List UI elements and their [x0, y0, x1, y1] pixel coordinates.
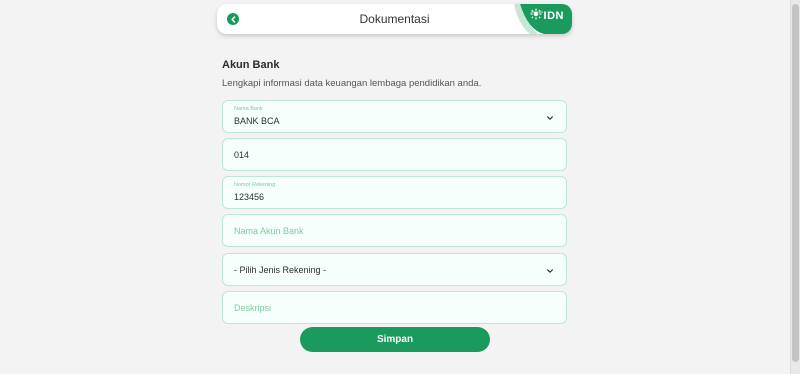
chevron-down-icon — [547, 116, 553, 120]
account-type-value: - Pilih Jenis Rekening - — [234, 265, 327, 275]
account-type-select[interactable]: - Pilih Jenis Rekening - — [222, 253, 567, 286]
scrollbar-thumb[interactable] — [792, 4, 799, 362]
description-placeholder: Deskripsi — [234, 303, 272, 313]
chevron-down-icon — [547, 269, 553, 273]
save-button[interactable]: Simpan — [300, 327, 490, 352]
account-number-label: Nomor Rekening — [234, 182, 276, 188]
description-field[interactable]: Deskripsi — [222, 291, 567, 324]
top-bar: Dokumentasi JARINGAN IDN — [217, 4, 572, 34]
bank-name-label: Nama Bank — [234, 106, 263, 112]
account-number-value: 123456 — [234, 192, 265, 202]
bank-code-value: 014 — [234, 150, 250, 160]
section-title: Akun Bank — [222, 59, 280, 71]
account-name-field[interactable]: Nama Akun Bank — [222, 214, 567, 247]
bank-name-select[interactable]: Nama Bank BANK BCA — [222, 100, 567, 133]
scrollbar[interactable] — [790, 0, 800, 374]
section-description: Lengkapi informasi data keuangan lembaga… — [222, 78, 482, 89]
bank-code-field[interactable]: 014 — [222, 138, 567, 171]
account-name-placeholder: Nama Akun Bank — [234, 226, 304, 236]
page: Dokumentasi JARINGAN IDN Akun Bank Lengk… — [0, 0, 800, 374]
account-number-field[interactable]: Nomor Rekening 123456 — [222, 176, 567, 209]
bank-name-value: BANK BCA — [234, 116, 280, 126]
brand-tagline: JARINGAN — [530, 11, 543, 14]
brand-name: IDN — [543, 10, 564, 22]
brand-logo: JARINGAN IDN — [514, 4, 572, 34]
